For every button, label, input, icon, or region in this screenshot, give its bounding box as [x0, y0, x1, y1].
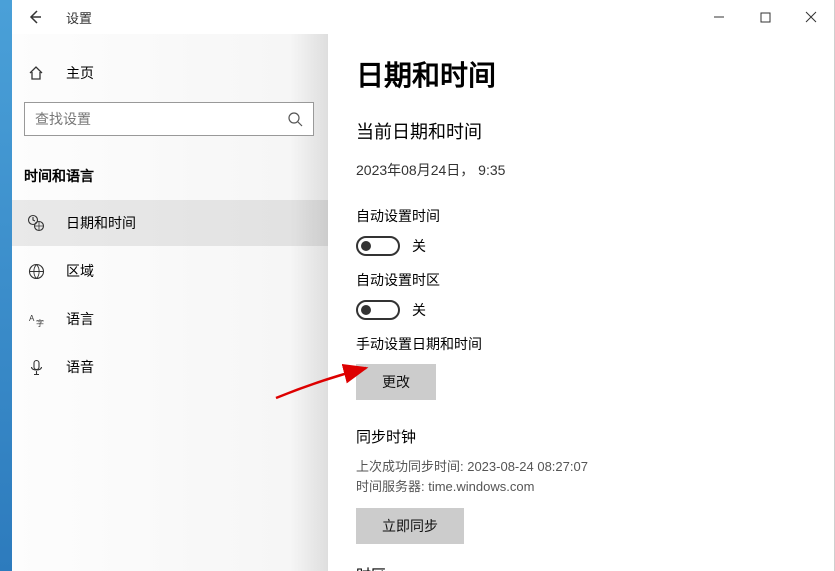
titlebar: 设置: [12, 0, 834, 34]
current-datetime-heading: 当前日期和时间: [356, 118, 806, 144]
globe-icon: [26, 263, 46, 280]
auto-time-toggle[interactable]: [356, 236, 400, 256]
search-input[interactable]: [35, 111, 303, 127]
sidebar-item-language[interactable]: A字 语言: [12, 296, 328, 342]
home-icon: [26, 65, 46, 81]
back-button[interactable]: [12, 0, 58, 34]
sidebar-item-speech[interactable]: 语音: [12, 344, 328, 390]
svg-text:字: 字: [36, 318, 44, 328]
auto-tz-toggle[interactable]: [356, 300, 400, 320]
main-content: 日期和时间 当前日期和时间 2023年08月24日， 9:35 自动设置时间 关…: [328, 34, 834, 571]
language-icon: A字: [26, 311, 46, 328]
sidebar-item-label: 语音: [66, 357, 94, 377]
svg-text:A: A: [29, 314, 35, 323]
sync-clock-heading: 同步时钟: [356, 426, 806, 447]
current-datetime-value: 2023年08月24日， 9:35: [356, 160, 806, 180]
sidebar-item-datetime[interactable]: 日期和时间: [12, 200, 328, 246]
desktop-background-strip: [0, 0, 12, 571]
sync-info: 上次成功同步时间: 2023-08-24 08:27:07 时间服务器: tim…: [356, 457, 806, 496]
close-button[interactable]: [788, 0, 834, 34]
window-controls: [696, 0, 834, 34]
window-title: 设置: [66, 8, 92, 27]
page-title: 日期和时间: [356, 54, 806, 94]
clock-globe-icon: [26, 214, 46, 232]
sidebar-item-label: 日期和时间: [66, 213, 136, 233]
sync-now-button[interactable]: 立即同步: [356, 508, 464, 544]
manual-set-label: 手动设置日期和时间: [356, 334, 806, 354]
change-button[interactable]: 更改: [356, 364, 436, 400]
search-box[interactable]: [24, 102, 314, 136]
minimize-button[interactable]: [696, 0, 742, 34]
home-label: 主页: [66, 63, 94, 83]
search-icon: [287, 111, 303, 130]
sidebar: 主页 时间和语言 日期和时间 区域: [12, 34, 328, 571]
home-link[interactable]: 主页: [24, 50, 316, 96]
timezone-heading: 时区: [356, 564, 806, 571]
last-sync-time: 上次成功同步时间: 2023-08-24 08:27:07: [356, 457, 806, 477]
time-server: 时间服务器: time.windows.com: [356, 477, 806, 497]
sidebar-group-title: 时间和语言: [24, 166, 316, 186]
maximize-button[interactable]: [742, 0, 788, 34]
auto-time-state: 关: [412, 236, 426, 256]
settings-window: 设置 主页: [12, 0, 835, 571]
auto-time-label: 自动设置时间: [356, 206, 806, 226]
sidebar-item-region[interactable]: 区域: [12, 248, 328, 294]
back-arrow-icon: [27, 9, 43, 25]
auto-tz-label: 自动设置时区: [356, 270, 806, 290]
auto-tz-state: 关: [412, 300, 426, 320]
microphone-icon: [26, 359, 46, 376]
sidebar-item-label: 区域: [66, 261, 94, 281]
sidebar-item-label: 语言: [66, 309, 94, 329]
